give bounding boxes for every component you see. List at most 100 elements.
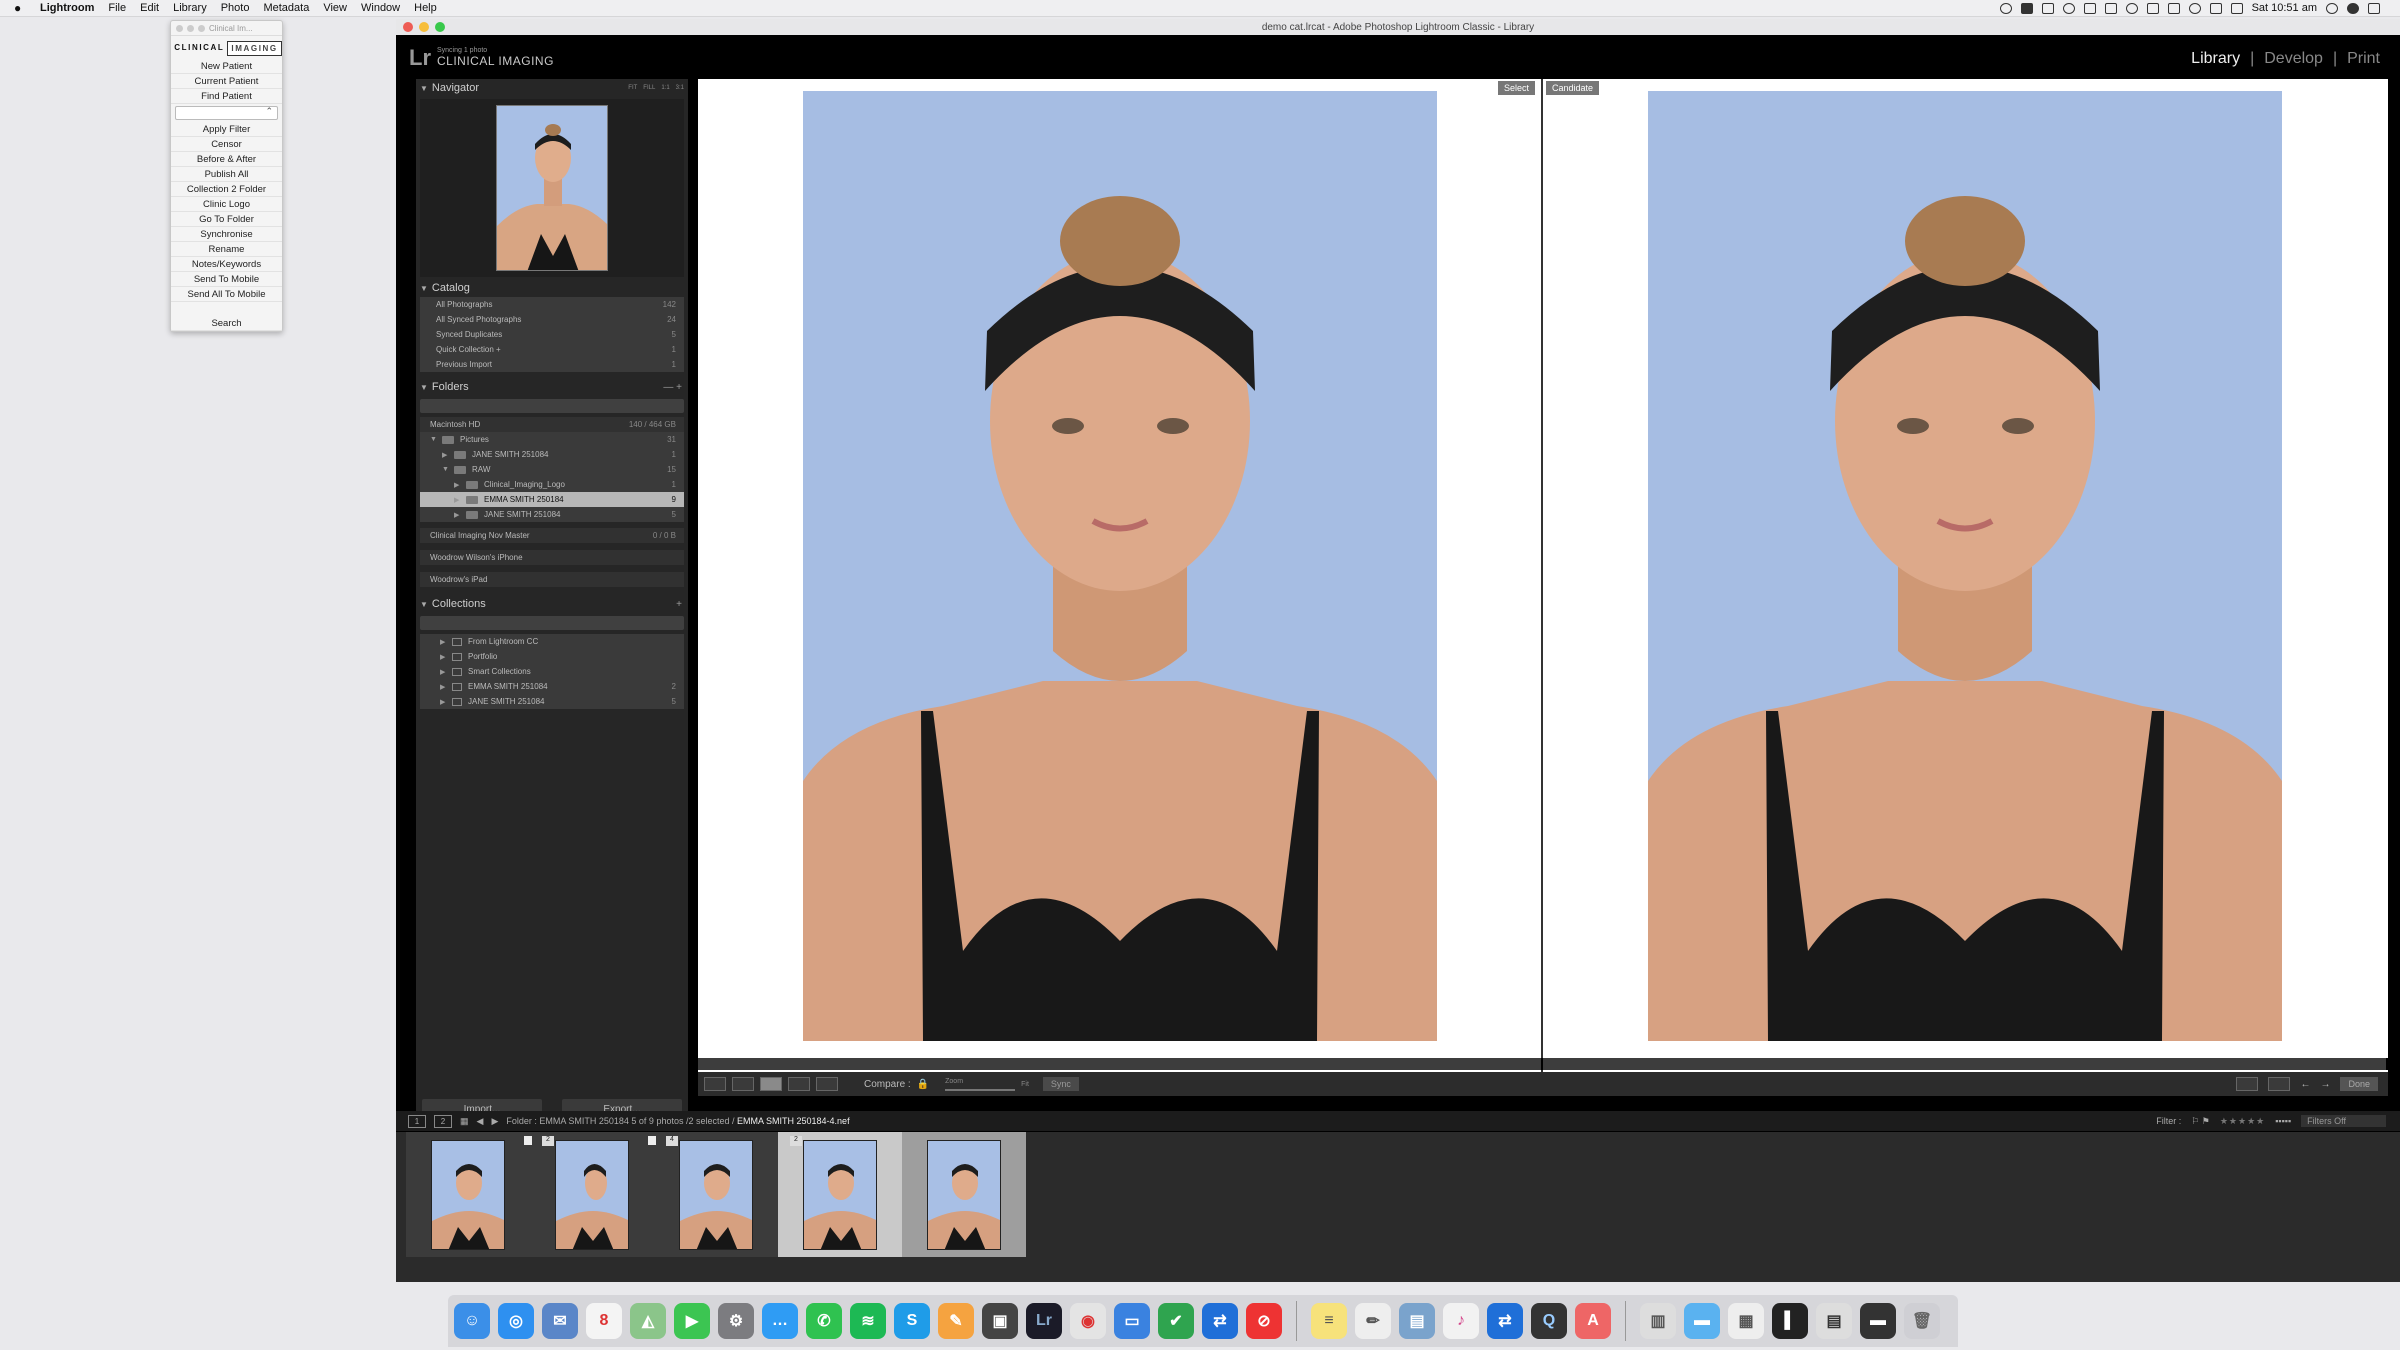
window-1-button[interactable]: 1 xyxy=(408,1114,426,1128)
filmstrip-thumb-selected[interactable]: 2 xyxy=(778,1132,902,1257)
menu-app[interactable]: Lightroom xyxy=(40,2,94,14)
disclosure-icon[interactable]: ▶ xyxy=(440,653,446,661)
send-all-to-mobile-button[interactable]: Send All To Mobile xyxy=(171,287,282,302)
collection-row[interactable]: ▶ From Lightroom CC xyxy=(420,634,684,649)
record-icon[interactable] xyxy=(1999,2,2012,14)
screen-icon[interactable] xyxy=(2167,2,2180,14)
disclosure-icon[interactable]: ▼ xyxy=(430,436,437,443)
whatsapp-icon[interactable]: ✆ xyxy=(806,1303,842,1339)
dropbox-icon[interactable] xyxy=(2083,2,2096,14)
back-arrow-icon[interactable]: ◀ xyxy=(477,1116,484,1127)
zoom-icon[interactable] xyxy=(198,24,205,32)
nav-fill[interactable]: FILL xyxy=(643,85,655,91)
thumbnail-image[interactable] xyxy=(803,1139,877,1250)
filmstrip-thumb[interactable] xyxy=(406,1132,530,1257)
filters-off-select[interactable]: Filters Off xyxy=(2301,1115,2386,1127)
final-cut-icon[interactable]: ▣ xyxy=(982,1303,1018,1339)
apple-icon[interactable]: ● xyxy=(14,1,28,15)
apply-filter-button[interactable]: Apply Filter xyxy=(171,122,282,137)
thumbnail-image[interactable] xyxy=(927,1139,1001,1250)
clinic-logo-button[interactable]: Clinic Logo xyxy=(171,197,282,212)
thumbnail-image[interactable] xyxy=(679,1139,753,1250)
itunes-icon[interactable]: ♪ xyxy=(1443,1303,1479,1339)
breadcrumb[interactable]: Folder : EMMA SMITH 250184 5 of 9 photos… xyxy=(506,1116,849,1126)
candidate-photo[interactable] xyxy=(1648,91,2282,1041)
screens-icon[interactable]: ▤ xyxy=(1816,1303,1852,1339)
catalog-header[interactable]: ▼ Catalog xyxy=(416,279,688,297)
collections-header[interactable]: ▼ Collections + xyxy=(416,595,688,613)
compare-view-icon[interactable] xyxy=(760,1077,782,1091)
folder-row[interactable]: ▼ Pictures 31 xyxy=(420,432,684,447)
skype-icon[interactable]: S xyxy=(894,1303,930,1339)
add-folder-icon[interactable]: — + xyxy=(663,382,682,393)
messages-icon[interactable]: … xyxy=(762,1303,798,1339)
notification-center-icon[interactable] xyxy=(2368,2,2380,14)
volume-row[interactable]: Woodrow Wilson's iPhone xyxy=(420,550,684,565)
prev-arrow-icon[interactable]: ← xyxy=(2300,1079,2310,1090)
catalog-row[interactable]: All Synced Photographs 24 xyxy=(420,312,684,327)
display-icon[interactable] xyxy=(2041,2,2054,14)
module-develop[interactable]: Develop xyxy=(2264,50,2323,68)
catalog-row[interactable]: Synced Duplicates 5 xyxy=(420,327,684,342)
loupe-view-icon[interactable] xyxy=(732,1077,754,1091)
patient-select[interactable] xyxy=(175,106,278,120)
chrome-icon[interactable]: ◉ xyxy=(1070,1303,1106,1339)
spotlight-icon[interactable] xyxy=(2326,2,2338,14)
search-button[interactable]: Search xyxy=(171,316,282,331)
zoom-slider[interactable] xyxy=(945,1088,1016,1091)
disclosure-icon[interactable]: ▶ xyxy=(442,451,448,459)
done-button[interactable]: Done xyxy=(2340,1077,2378,1091)
add-collection-icon[interactable]: + xyxy=(676,599,682,610)
go-to-folder-button[interactable]: Go To Folder xyxy=(171,212,282,227)
filmstrip-thumb[interactable]: 2 xyxy=(524,1132,654,1257)
window-titlebar[interactable]: demo cat.lrcat - Adobe Photoshop Lightro… xyxy=(396,19,2400,35)
collapse-icon[interactable]: ▼ xyxy=(420,600,428,609)
pages-icon[interactable]: ✎ xyxy=(938,1303,974,1339)
wifi-icon[interactable] xyxy=(2188,2,2201,14)
preview-icon[interactable]: ▤ xyxy=(1399,1303,1435,1339)
make-select-icon[interactable] xyxy=(2268,1077,2291,1091)
cloud-icon[interactable] xyxy=(2062,2,2075,14)
menu-edit[interactable]: Edit xyxy=(140,2,159,14)
menu-help[interactable]: Help xyxy=(414,2,437,14)
disclosure-icon[interactable]: ▶ xyxy=(440,668,446,676)
nav-3to1[interactable]: 3:1 xyxy=(676,85,684,91)
mail-icon[interactable]: ✉ xyxy=(542,1303,578,1339)
menu-photo[interactable]: Photo xyxy=(221,2,250,14)
nav-fit[interactable]: FIT xyxy=(628,85,637,91)
folder-row-selected[interactable]: ▶ EMMA SMITH 250184 9 xyxy=(420,492,684,507)
new-patient-button[interactable]: New Patient xyxy=(171,59,282,74)
collection-row[interactable]: ▶ Smart Collections xyxy=(420,664,684,679)
rating-filter[interactable]: ★★★★★ xyxy=(2220,1116,2265,1127)
sync-status[interactable]: Syncing 1 photo xyxy=(437,47,554,54)
adobe-icon[interactable]: A xyxy=(1575,1303,1611,1339)
app-status-icon[interactable] xyxy=(2020,2,2033,14)
minimize-icon[interactable] xyxy=(187,24,194,32)
select-photo[interactable] xyxy=(803,91,1437,1041)
trash-icon[interactable]: 🗑 xyxy=(1904,1303,1940,1339)
siri-icon[interactable] xyxy=(2347,2,2359,14)
navigator-preview[interactable] xyxy=(420,99,684,277)
send-to-mobile-button[interactable]: Send To Mobile xyxy=(171,272,282,287)
menu-file[interactable]: File xyxy=(108,2,126,14)
stack-icon[interactable]: ▬ xyxy=(1860,1303,1896,1339)
collection-row[interactable]: ▶ JANE SMITH 251084 5 xyxy=(420,694,684,709)
terminal-icon[interactable]: ▌ xyxy=(1772,1303,1808,1339)
teamviewer-icon[interactable]: ⇄ xyxy=(1202,1303,1238,1339)
facetime-icon[interactable]: ▶ xyxy=(674,1303,710,1339)
filmstrip-thumb[interactable]: 4 xyxy=(648,1132,778,1257)
app-store-icon[interactable]: ▥ xyxy=(1640,1303,1676,1339)
module-library[interactable]: Library xyxy=(2191,50,2240,68)
keynote-icon[interactable]: ▭ xyxy=(1114,1303,1150,1339)
volume-row[interactable]: Macintosh HD 140 / 464 GB xyxy=(420,417,684,432)
volume-icon[interactable] xyxy=(2230,2,2243,14)
survey-view-icon[interactable] xyxy=(788,1077,810,1091)
window-2-button[interactable]: 2 xyxy=(434,1114,452,1128)
volume-row[interactable]: Woodrow's iPad xyxy=(420,572,684,587)
disclosure-icon[interactable]: ▶ xyxy=(440,698,446,706)
folders-header[interactable]: ▼ Folders — + xyxy=(416,378,688,396)
flag-filter-icon[interactable]: ⚐ ⚑ xyxy=(2191,1116,2210,1127)
collapse-icon[interactable]: ▼ xyxy=(420,284,428,293)
quicktime-icon[interactable]: Q xyxy=(1531,1303,1567,1339)
grid-view-icon[interactable] xyxy=(704,1077,726,1091)
